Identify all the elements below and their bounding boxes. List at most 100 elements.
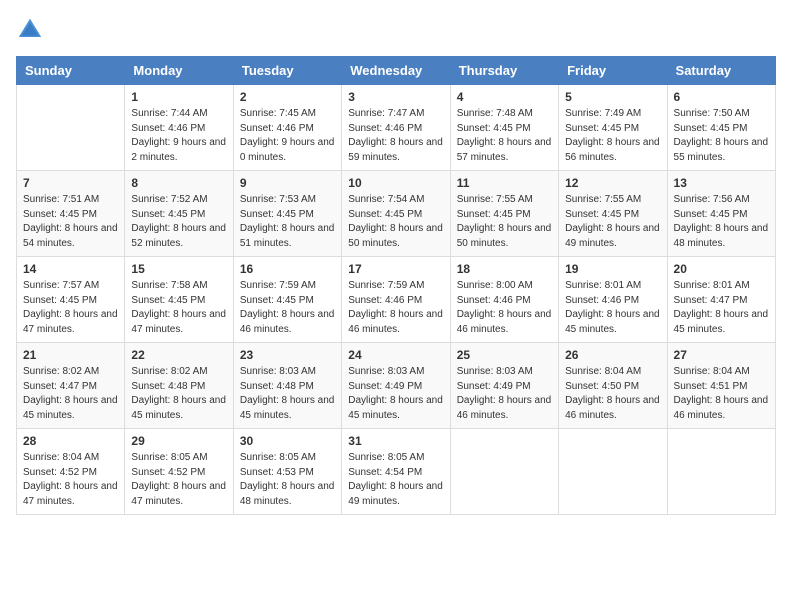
cell-content: Sunrise: 7:47 AMSunset: 4:46 PMDaylight:…	[348, 107, 443, 165]
calendar-cell: 13 Sunrise: 7:56 AMSunset: 4:45 PMDayligh…	[667, 171, 775, 257]
cell-content: Sunrise: 7:55 AMSunset: 4:45 PMDaylight:…	[565, 193, 660, 251]
cell-content: Sunrise: 7:44 AMSunset: 4:46 PMDaylight:…	[131, 107, 226, 165]
day-number: 24	[348, 348, 443, 362]
calendar-cell: 26Sunrise: 8:04 AMSunset: 4:50 PMDayligh…	[559, 343, 667, 429]
cell-content: Sunrise: 7:56 AMSunset: 4:45 PMDaylight:…	[674, 193, 769, 251]
cell-content: Sunrise: 7:48 AMSunset: 4:45 PMDaylight:…	[457, 107, 552, 165]
cell-content: Sunrise: 8:05 AMSunset: 4:53 PMDaylight:…	[240, 451, 335, 509]
calendar-cell: 9 Sunrise: 7:53 AMSunset: 4:45 PMDaylight…	[233, 171, 341, 257]
calendar-cell: 23Sunrise: 8:03 AMSunset: 4:48 PMDayligh…	[233, 343, 341, 429]
cell-content: Sunrise: 8:04 AMSunset: 4:51 PMDaylight:…	[674, 365, 769, 423]
calendar-cell: 29 Sunrise: 8:05 AMSunset: 4:52 PMDayligh…	[125, 429, 233, 515]
calendar-header-row: SundayMondayTuesdayWednesdayThursdayFrid…	[17, 57, 776, 85]
calendar-cell: 4 Sunrise: 7:48 AMSunset: 4:45 PMDaylight…	[450, 85, 558, 171]
calendar-cell: 3 Sunrise: 7:47 AMSunset: 4:46 PMDaylight…	[342, 85, 450, 171]
logo-icon	[16, 16, 44, 44]
cell-content: Sunrise: 7:55 AMSunset: 4:45 PMDaylight:…	[457, 193, 552, 251]
day-number: 12	[565, 176, 660, 190]
day-number: 4	[457, 90, 552, 104]
cell-content: Sunrise: 7:52 AMSunset: 4:45 PMDaylight:…	[131, 193, 226, 251]
calendar-cell: 22 Sunrise: 8:02 AMSunset: 4:48 PMDayligh…	[125, 343, 233, 429]
calendar-cell: 5Sunrise: 7:49 AMSunset: 4:45 PMDaylight…	[559, 85, 667, 171]
calendar-cell: 14Sunrise: 7:57 AMSunset: 4:45 PMDayligh…	[17, 257, 125, 343]
calendar-day-header: Tuesday	[233, 57, 341, 85]
cell-content: Sunrise: 8:05 AMSunset: 4:52 PMDaylight:…	[131, 451, 226, 509]
calendar-cell: 11 Sunrise: 7:55 AMSunset: 4:45 PMDayligh…	[450, 171, 558, 257]
cell-content: Sunrise: 7:58 AMSunset: 4:45 PMDaylight:…	[131, 279, 226, 337]
cell-content: Sunrise: 7:45 AMSunset: 4:46 PMDaylight:…	[240, 107, 335, 165]
day-number: 8	[131, 176, 226, 190]
day-number: 29	[131, 434, 226, 448]
day-number: 9	[240, 176, 335, 190]
cell-content: Sunrise: 7:50 AMSunset: 4:45 PMDaylight:…	[674, 107, 769, 165]
calendar-cell: 7 Sunrise: 7:51 AMSunset: 4:45 PMDaylight…	[17, 171, 125, 257]
day-number: 10	[348, 176, 443, 190]
day-number: 31	[348, 434, 443, 448]
day-number: 5	[565, 90, 660, 104]
day-number: 26	[565, 348, 660, 362]
calendar-cell: 6 Sunrise: 7:50 AMSunset: 4:45 PMDaylight…	[667, 85, 775, 171]
page-header	[16, 16, 776, 44]
calendar-cell	[17, 85, 125, 171]
calendar-cell: 20Sunrise: 8:01 AMSunset: 4:47 PMDayligh…	[667, 257, 775, 343]
cell-content: Sunrise: 7:54 AMSunset: 4:45 PMDaylight:…	[348, 193, 443, 251]
cell-content: Sunrise: 8:04 AMSunset: 4:52 PMDaylight:…	[23, 451, 118, 509]
day-number: 27	[674, 348, 769, 362]
calendar-cell: 30 Sunrise: 8:05 AMSunset: 4:53 PMDayligh…	[233, 429, 341, 515]
day-number: 6	[674, 90, 769, 104]
calendar-day-header: Monday	[125, 57, 233, 85]
day-number: 7	[23, 176, 118, 190]
calendar-cell: 16 Sunrise: 7:59 AMSunset: 4:45 PMDayligh…	[233, 257, 341, 343]
cell-content: Sunrise: 8:01 AMSunset: 4:47 PMDaylight:…	[674, 279, 769, 337]
day-number: 13	[674, 176, 769, 190]
day-number: 18	[457, 262, 552, 276]
cell-content: Sunrise: 8:02 AMSunset: 4:47 PMDaylight:…	[23, 365, 118, 423]
cell-content: Sunrise: 8:00 AMSunset: 4:46 PMDaylight:…	[457, 279, 552, 337]
cell-content: Sunrise: 7:59 AMSunset: 4:45 PMDaylight:…	[240, 279, 335, 337]
calendar-cell	[559, 429, 667, 515]
calendar-cell: 25Sunrise: 8:03 AMSunset: 4:49 PMDayligh…	[450, 343, 558, 429]
cell-content: Sunrise: 8:03 AMSunset: 4:48 PMDaylight:…	[240, 365, 335, 423]
calendar-week-row: 28Sunrise: 8:04 AMSunset: 4:52 PMDayligh…	[17, 429, 776, 515]
calendar-week-row: 7 Sunrise: 7:51 AMSunset: 4:45 PMDaylight…	[17, 171, 776, 257]
day-number: 3	[348, 90, 443, 104]
cell-content: Sunrise: 7:57 AMSunset: 4:45 PMDaylight:…	[23, 279, 118, 337]
calendar-week-row: 1 Sunrise: 7:44 AMSunset: 4:46 PMDaylight…	[17, 85, 776, 171]
calendar-cell: 24 Sunrise: 8:03 AMSunset: 4:49 PMDayligh…	[342, 343, 450, 429]
cell-content: Sunrise: 8:02 AMSunset: 4:48 PMDaylight:…	[131, 365, 226, 423]
calendar-cell: 1 Sunrise: 7:44 AMSunset: 4:46 PMDaylight…	[125, 85, 233, 171]
cell-content: Sunrise: 8:03 AMSunset: 4:49 PMDaylight:…	[348, 365, 443, 423]
cell-content: Sunrise: 7:59 AMSunset: 4:46 PMDaylight:…	[348, 279, 443, 337]
cell-content: Sunrise: 8:05 AMSunset: 4:54 PMDaylight:…	[348, 451, 443, 509]
day-number: 22	[131, 348, 226, 362]
cell-content: Sunrise: 7:53 AMSunset: 4:45 PMDaylight:…	[240, 193, 335, 251]
calendar-cell: 17 Sunrise: 7:59 AMSunset: 4:46 PMDayligh…	[342, 257, 450, 343]
calendar-cell: 12 Sunrise: 7:55 AMSunset: 4:45 PMDayligh…	[559, 171, 667, 257]
calendar-cell: 18 Sunrise: 8:00 AMSunset: 4:46 PMDayligh…	[450, 257, 558, 343]
day-number: 19	[565, 262, 660, 276]
calendar-cell	[450, 429, 558, 515]
cell-content: Sunrise: 8:01 AMSunset: 4:46 PMDaylight:…	[565, 279, 660, 337]
calendar-cell: 28Sunrise: 8:04 AMSunset: 4:52 PMDayligh…	[17, 429, 125, 515]
day-number: 30	[240, 434, 335, 448]
calendar-cell: 31 Sunrise: 8:05 AMSunset: 4:54 PMDayligh…	[342, 429, 450, 515]
day-number: 15	[131, 262, 226, 276]
calendar-cell: 10 Sunrise: 7:54 AMSunset: 4:45 PMDayligh…	[342, 171, 450, 257]
calendar-cell: 2Sunrise: 7:45 AMSunset: 4:46 PMDaylight…	[233, 85, 341, 171]
calendar-day-header: Saturday	[667, 57, 775, 85]
calendar-cell: 15 Sunrise: 7:58 AMSunset: 4:45 PMDayligh…	[125, 257, 233, 343]
logo	[16, 16, 46, 44]
cell-content: Sunrise: 7:51 AMSunset: 4:45 PMDaylight:…	[23, 193, 118, 251]
day-number: 17	[348, 262, 443, 276]
calendar-cell	[667, 429, 775, 515]
calendar-day-header: Friday	[559, 57, 667, 85]
calendar-day-header: Wednesday	[342, 57, 450, 85]
calendar-table: SundayMondayTuesdayWednesdayThursdayFrid…	[16, 56, 776, 515]
calendar-week-row: 21Sunrise: 8:02 AMSunset: 4:47 PMDayligh…	[17, 343, 776, 429]
day-number: 25	[457, 348, 552, 362]
day-number: 11	[457, 176, 552, 190]
day-number: 1	[131, 90, 226, 104]
calendar-cell: 21Sunrise: 8:02 AMSunset: 4:47 PMDayligh…	[17, 343, 125, 429]
day-number: 16	[240, 262, 335, 276]
calendar-cell: 8 Sunrise: 7:52 AMSunset: 4:45 PMDaylight…	[125, 171, 233, 257]
